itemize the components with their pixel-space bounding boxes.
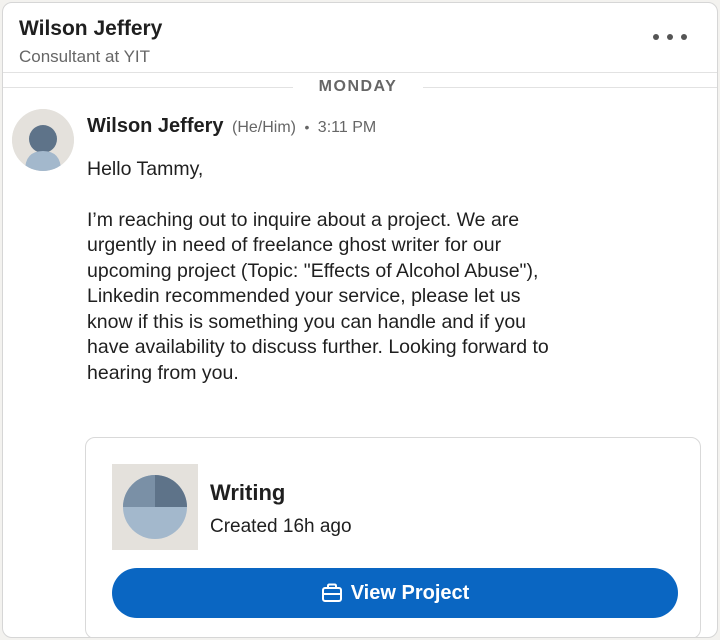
message-meta: Wilson Jeffery (He/Him) • 3:11 PM xyxy=(87,115,376,138)
divider-line xyxy=(423,87,717,88)
view-project-label: View Project xyxy=(350,581,470,604)
sender-pronouns: (He/Him) xyxy=(231,119,296,136)
project-title: Writing xyxy=(210,480,286,505)
day-divider: MONDAY xyxy=(3,75,717,103)
message-thread-window: Wilson Jeffery Consultant at YIT MONDAY … xyxy=(2,2,718,638)
ellipsis-icon xyxy=(653,34,659,40)
pie-chart-icon xyxy=(112,464,198,550)
ellipsis-icon xyxy=(681,34,687,40)
message-text: I’m reaching out to inquire about a proj… xyxy=(87,208,549,384)
more-options-button[interactable] xyxy=(653,27,687,47)
ellipsis-icon xyxy=(667,34,673,40)
message-greeting: Hello Tammy, xyxy=(87,158,204,180)
divider-line xyxy=(3,87,293,88)
project-card: Writing Created 16h ago View Project xyxy=(85,437,701,637)
sender-name[interactable]: Wilson Jeffery xyxy=(87,115,224,137)
meta-separator: • xyxy=(304,119,310,135)
contact-name[interactable]: Wilson Jeffery xyxy=(19,17,162,41)
conversation-header: Wilson Jeffery Consultant at YIT xyxy=(3,3,717,73)
view-project-button[interactable]: View Project xyxy=(112,568,678,618)
sender-avatar[interactable] xyxy=(12,109,74,171)
message-time: 3:11 PM xyxy=(317,119,377,136)
briefcase-icon xyxy=(321,583,342,602)
project-created-time: Created 16h ago xyxy=(210,516,352,537)
day-label: MONDAY xyxy=(318,78,398,95)
project-thumbnail xyxy=(112,464,198,550)
message-body: Hello Tammy, I’m reaching out to inquire… xyxy=(87,157,707,386)
contact-headline: Consultant at YIT xyxy=(19,47,151,66)
person-placeholder-icon xyxy=(12,109,74,171)
